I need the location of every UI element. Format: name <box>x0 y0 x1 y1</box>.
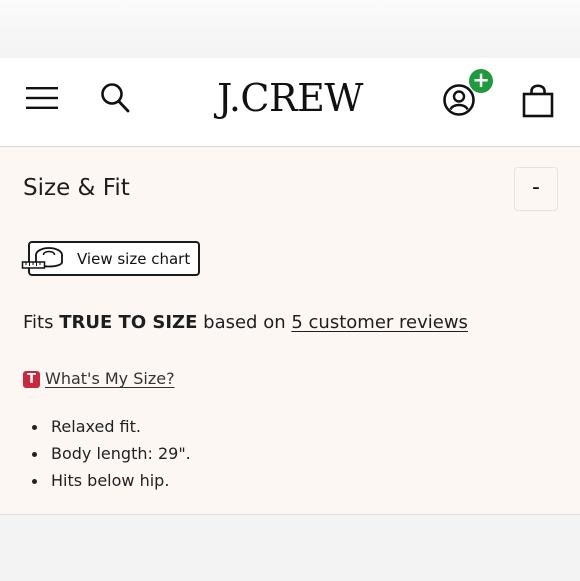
site-header: J.CREW + <box>0 58 580 147</box>
whats-my-size-badge: T <box>23 371 40 388</box>
list-item: Relaxed fit. <box>29 417 191 444</box>
fit-details-list: Relaxed fit. Body length: 29". Hits belo… <box>29 417 191 498</box>
list-item: Body length: 29". <box>29 444 191 471</box>
size-chart-label: View size chart <box>77 250 191 268</box>
measuring-tape-icon <box>21 247 63 269</box>
list-item: Hits below hip. <box>29 471 191 498</box>
fit-prefix: Fits <box>23 312 54 333</box>
fit-middle: based on <box>203 312 286 333</box>
bottom-area <box>0 514 580 581</box>
fit-value: TRUE TO SIZE <box>59 312 198 333</box>
top-background <box>0 0 580 58</box>
size-fit-panel: Size & Fit - View size chart Fits TRUE T… <box>0 147 580 513</box>
section-title: Size & Fit <box>23 175 130 201</box>
brand-logo[interactable]: J.CREW <box>0 76 580 120</box>
collapse-button[interactable]: - <box>514 167 558 211</box>
customer-reviews-link[interactable]: 5 customer reviews <box>291 312 468 333</box>
account-add-badge[interactable]: + <box>469 69 493 93</box>
fit-summary: Fits TRUE TO SIZE based on 5 customer re… <box>23 312 468 333</box>
whats-my-size-link[interactable]: What's My Size? <box>45 369 175 388</box>
bag-icon[interactable] <box>522 82 554 118</box>
